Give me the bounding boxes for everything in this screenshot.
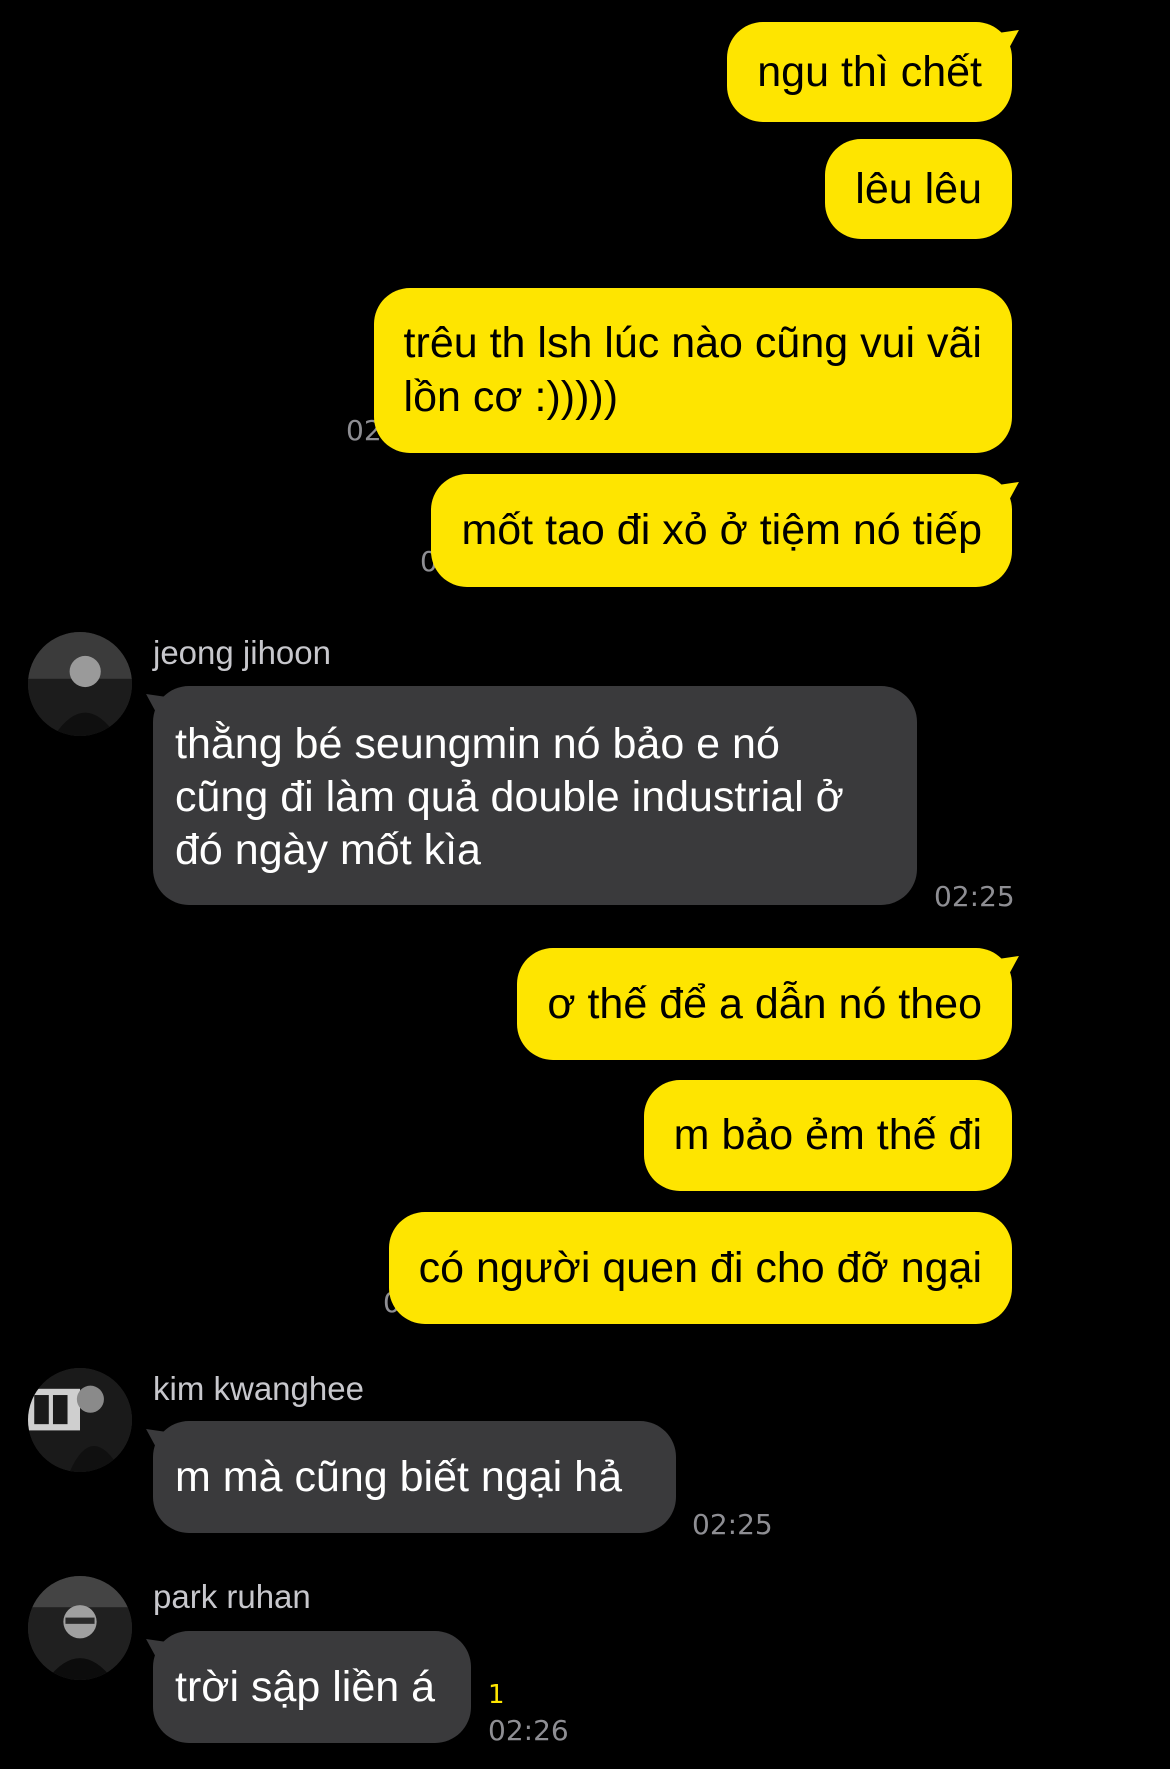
outgoing-message-bubble[interactable]: ơ thế để a dẫn nó theo [517, 948, 1012, 1060]
outgoing-message-bubble[interactable]: ngu thì chết [727, 22, 1012, 122]
message-text: m mà cũng biết ngại hả [175, 1453, 622, 1501]
message-text-line: thằng bé seungmin nó bảo e nó [175, 720, 780, 768]
sender-name: kim kwanghee [153, 1370, 364, 1407]
profile-photo-icon [28, 1576, 132, 1680]
sender-name: park ruhan [153, 1578, 311, 1615]
message-text: m bảo ẻm thế đi [673, 1111, 982, 1159]
message-text: ngu thì chết [757, 48, 982, 96]
avatar[interactable] [28, 632, 132, 736]
outgoing-message-bubble[interactable]: m bảo ẻm thế đi [643, 1080, 1012, 1191]
avatar[interactable] [28, 1368, 132, 1472]
message-text-line: trêu th lsh lúc nào cũng vui vãi [403, 319, 982, 367]
message-timestamp: 02:25 [934, 880, 1015, 913]
unread-count-badge: 1 [488, 1680, 505, 1710]
message-text: lêu lêu [855, 165, 982, 213]
message-timestamp: 02:26 [488, 1714, 569, 1747]
message-text: mốt tao đi xỏ ở tiệm nó tiếp [461, 506, 982, 554]
profile-photo-icon [28, 632, 132, 736]
outgoing-message-bubble[interactable]: trêu th lsh lúc nào cũng vui vãi lồn cơ … [373, 288, 1012, 453]
message-text: ơ thế để a dẫn nó theo [547, 980, 982, 1028]
sender-name: jeong jihoon [153, 634, 331, 671]
incoming-message-bubble[interactable]: trời sập liền á [153, 1631, 471, 1743]
outgoing-message-bubble[interactable]: có người quen đi cho đỡ ngại [388, 1212, 1012, 1324]
message-text-line: cũng đi làm quả double industrial ở [175, 773, 844, 821]
message-text: có người quen đi cho đỡ ngại [418, 1244, 982, 1292]
message-text: trời sập liền á [175, 1663, 436, 1711]
message-text-line: đó ngày mốt kìa [175, 826, 481, 874]
incoming-message-bubble[interactable]: thằng bé seungmin nó bảo e nó cũng đi là… [153, 686, 917, 905]
message-timestamp: 02:25 [692, 1508, 773, 1541]
outgoing-message-bubble[interactable]: lêu lêu [825, 139, 1012, 239]
profile-photo-icon [28, 1368, 132, 1472]
incoming-message-bubble[interactable]: m mà cũng biết ngại hả [153, 1421, 676, 1533]
outgoing-message-bubble[interactable]: mốt tao đi xỏ ở tiệm nó tiếp [431, 474, 1012, 587]
message-text-line: lồn cơ :))))) [403, 373, 619, 421]
avatar[interactable] [28, 1576, 132, 1680]
